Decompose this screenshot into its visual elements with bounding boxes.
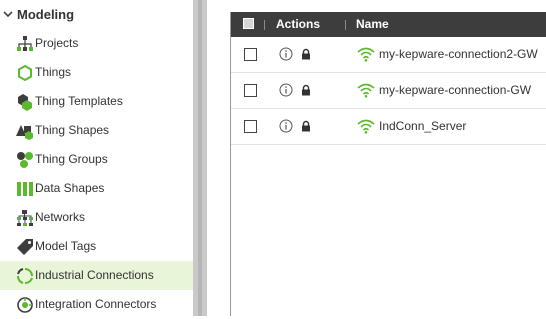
thing-groups-icon xyxy=(17,152,33,168)
sidebar-item-things[interactable]: Things xyxy=(0,58,193,87)
connection-name[interactable]: my-kepware-connection2-GW xyxy=(379,47,538,61)
section-title: Modeling xyxy=(17,7,75,22)
networks-icon xyxy=(17,210,33,226)
row-checkbox[interactable] xyxy=(244,84,257,97)
table-row[interactable]: my-kepware-connection-GW xyxy=(231,73,546,109)
select-all-checkbox[interactable] xyxy=(243,18,254,29)
sidebar-item-model-tags[interactable]: Model Tags xyxy=(0,232,193,261)
sidebar-item-label: Projects xyxy=(35,36,79,50)
lock-icon xyxy=(302,84,310,96)
sidebar-item-label: Things xyxy=(35,65,72,79)
column-header-actions[interactable]: Actions xyxy=(276,17,320,31)
splitter-handle[interactable] xyxy=(198,0,202,316)
tag-icon xyxy=(17,239,33,255)
sidebar-item-label: Model Tags xyxy=(35,239,97,253)
connection-name[interactable]: my-kepware-connection-GW xyxy=(379,83,531,97)
column-separator[interactable] xyxy=(264,20,265,30)
sidebar-item-label: Thing Groups xyxy=(35,152,108,166)
column-header-name[interactable]: Name xyxy=(356,17,389,31)
integration-connectors-icon xyxy=(17,297,33,313)
projects-icon xyxy=(17,36,33,51)
lock-icon xyxy=(302,120,310,132)
sidebar-item-integration-connectors[interactable]: Integration Connectors xyxy=(0,290,193,319)
sidebar-item-label: Networks xyxy=(35,210,86,224)
info-icon[interactable] xyxy=(279,119,293,133)
content-gutter xyxy=(207,0,230,316)
sidebar-item-thing-shapes[interactable]: Thing Shapes xyxy=(0,116,193,145)
sidebar: Modeling Projects Things Thing Templates xyxy=(0,0,194,316)
connection-name[interactable]: IndConn_Server xyxy=(379,119,466,133)
lock-icon xyxy=(302,48,310,60)
table-row[interactable]: IndConn_Server xyxy=(231,109,546,145)
chevron-down-icon xyxy=(3,11,13,18)
sidebar-item-thing-groups[interactable]: Thing Groups xyxy=(0,145,193,174)
modeling-section-header[interactable]: Modeling xyxy=(0,0,193,30)
info-icon[interactable] xyxy=(279,83,293,97)
sidebar-item-label: Industrial Connections xyxy=(35,268,154,282)
sidebar-item-label: Thing Templates xyxy=(35,94,123,108)
connections-grid: Actions Name my-kepware-connection2-GW m… xyxy=(230,12,546,316)
wifi-icon xyxy=(357,119,375,134)
wifi-icon xyxy=(357,47,375,62)
sidebar-item-thing-templates[interactable]: Thing Templates xyxy=(0,87,193,116)
sidebar-item-data-shapes[interactable]: Data Shapes xyxy=(0,174,193,203)
sidebar-item-label: Thing Shapes xyxy=(35,123,110,137)
column-separator[interactable] xyxy=(345,20,346,30)
wifi-icon xyxy=(357,83,375,98)
row-checkbox[interactable] xyxy=(244,120,257,133)
industrial-connections-icon xyxy=(17,268,33,284)
things-icon xyxy=(18,64,32,82)
panel-splitter[interactable] xyxy=(193,0,207,316)
thing-shapes-icon xyxy=(16,125,33,140)
sidebar-item-projects[interactable]: Projects xyxy=(0,29,193,58)
sidebar-item-networks[interactable]: Networks xyxy=(0,203,193,232)
sidebar-item-label: Integration Connectors xyxy=(35,297,157,311)
info-icon[interactable] xyxy=(279,47,293,61)
row-checkbox[interactable] xyxy=(244,48,257,61)
grid-header: Actions Name xyxy=(231,12,546,37)
sidebar-item-label: Data Shapes xyxy=(35,181,105,195)
table-row[interactable]: my-kepware-connection2-GW xyxy=(231,37,546,73)
thing-templates-icon xyxy=(18,94,32,111)
sidebar-item-industrial-connections[interactable]: Industrial Connections xyxy=(0,261,193,290)
data-shapes-icon xyxy=(17,182,33,196)
